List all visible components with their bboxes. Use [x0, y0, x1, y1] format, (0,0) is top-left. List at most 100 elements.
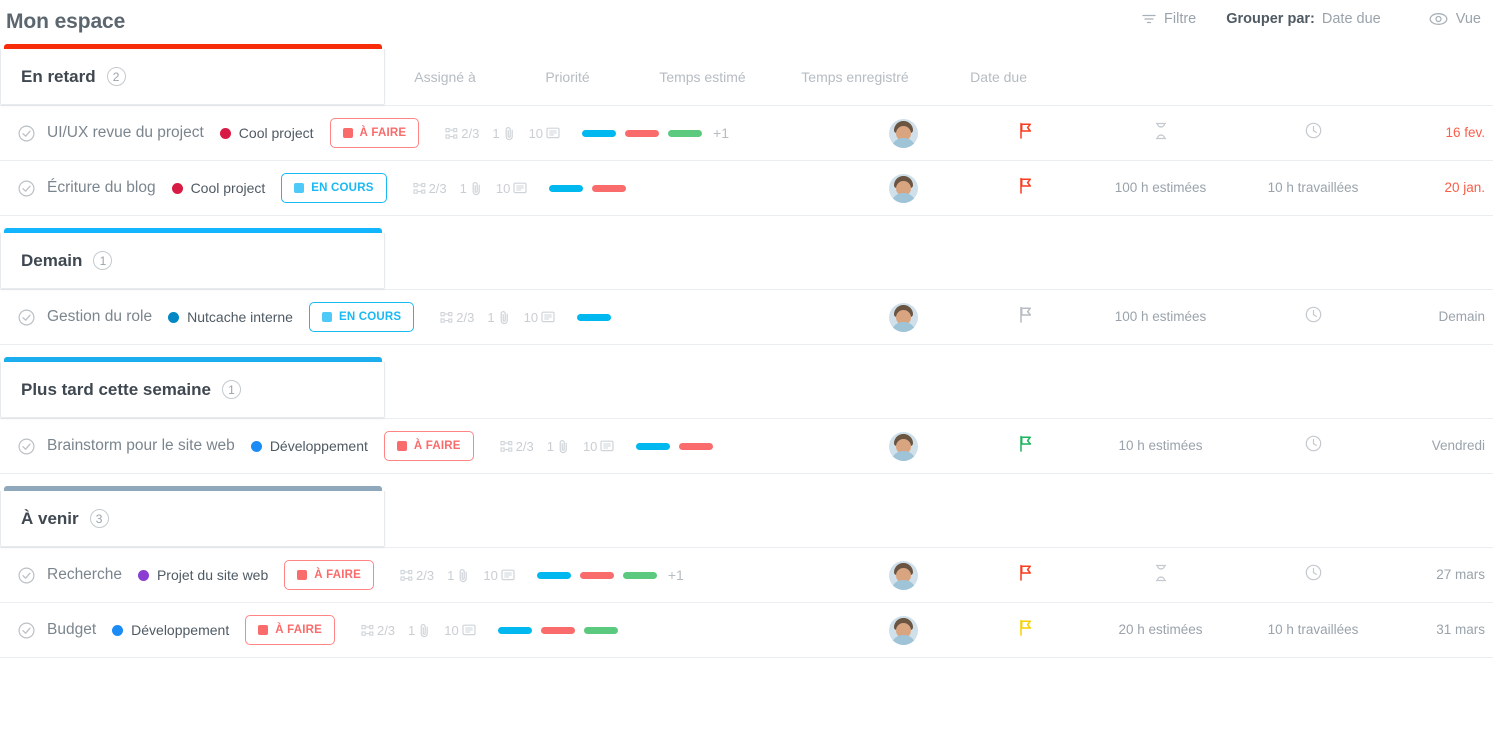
task-complete-icon[interactable] [18, 567, 35, 584]
task-status-badge[interactable]: EN COURS [309, 302, 414, 332]
task-estimated-cell[interactable]: 10 h estimées [1088, 437, 1233, 455]
task-due-cell[interactable]: 20 jan. [1393, 179, 1493, 197]
priority-flag-icon[interactable] [1018, 177, 1033, 194]
comment-count-label: 10 [583, 439, 597, 454]
task-row[interactable]: UI/UX revue du project Cool project À FAIR… [0, 106, 1493, 161]
avatar[interactable] [889, 561, 918, 590]
group-by-selector[interactable]: Grouper par: Date due [1226, 11, 1380, 27]
comment-icon [546, 127, 560, 140]
task-estimated-cell[interactable]: 100 h estimées [1088, 308, 1233, 326]
task-project[interactable]: Nutcache interne [168, 309, 293, 325]
task-row[interactable]: Recherche Projet du site web À FAIRE 2/3110… [0, 548, 1493, 603]
filter-button[interactable]: Filtre [1141, 11, 1196, 27]
task-row[interactable]: Gestion du roleNutcache interneEN COURS2… [0, 290, 1493, 345]
task-logged-cell[interactable] [1233, 435, 1393, 457]
task-estimated-cell[interactable] [1088, 564, 1233, 587]
task-priority-cell[interactable] [963, 177, 1088, 199]
task-due-cell[interactable]: Vendredi [1393, 437, 1493, 455]
task-estimated-cell[interactable] [1088, 122, 1233, 145]
view-button[interactable]: Vue [1429, 11, 1481, 27]
task-status-badge[interactable]: À FAIRE [384, 431, 474, 461]
group-header[interactable]: Demain1 [0, 228, 385, 289]
priority-flag-icon[interactable] [1018, 619, 1033, 636]
task-priority-cell[interactable] [963, 619, 1088, 641]
task-estimated-cell[interactable]: 100 h estimées [1088, 179, 1233, 197]
task-assignee-cell[interactable] [843, 561, 963, 590]
task-meta: 2/3110 [400, 568, 515, 583]
task-complete-icon[interactable] [18, 125, 35, 142]
task-row[interactable]: Écriture du blog Cool project EN COURS 2/31… [0, 161, 1493, 216]
status-label: EN COURS [311, 182, 373, 194]
logged-time-label: 10 h travaillées [1268, 622, 1359, 637]
task-name[interactable]: Gestion du role [47, 308, 152, 326]
task-tags[interactable] [577, 314, 611, 321]
task-tags[interactable] [549, 185, 626, 192]
task-complete-icon[interactable] [18, 622, 35, 639]
task-complete-icon[interactable] [18, 309, 35, 326]
task-assignee-cell[interactable] [843, 303, 963, 332]
priority-flag-icon[interactable] [1018, 435, 1033, 452]
task-priority-cell[interactable] [963, 122, 1088, 144]
task-priority-cell[interactable] [963, 564, 1088, 586]
task-name[interactable]: Budget [47, 621, 96, 639]
avatar[interactable] [889, 174, 918, 203]
task-meta: 2/3110 [413, 181, 528, 196]
task-status-badge[interactable]: À FAIRE [330, 118, 420, 148]
task-row[interactable]: BudgetDéveloppementÀ FAIRE2/311020 h est… [0, 603, 1493, 658]
priority-flag-icon[interactable] [1018, 306, 1033, 323]
task-name[interactable]: Écriture du blog [47, 179, 156, 197]
task-due-cell[interactable]: 16 fev. [1393, 124, 1493, 142]
task-status-badge[interactable]: À FAIRE [284, 560, 374, 590]
task-assignee-cell[interactable] [843, 119, 963, 148]
priority-flag-icon[interactable] [1018, 122, 1033, 139]
task-complete-icon[interactable] [18, 438, 35, 455]
attachment-icon [503, 126, 516, 141]
task-logged-cell[interactable] [1233, 122, 1393, 144]
task-project[interactable]: Développement [112, 622, 229, 638]
task-due-cell[interactable]: 27 mars [1393, 566, 1493, 584]
avatar[interactable] [889, 119, 918, 148]
group-header[interactable]: À venir3 [0, 486, 385, 547]
comment-count-label: 10 [496, 181, 510, 196]
avatar[interactable] [889, 303, 918, 332]
task-due-cell[interactable]: 31 mars [1393, 621, 1493, 639]
top-toolbar: Mon espace Filtre Grouper par: Date due … [0, 0, 1493, 44]
task-project[interactable]: Développement [251, 438, 368, 454]
group-header[interactable]: Plus tard cette semaine1 [0, 357, 385, 418]
priority-flag-icon[interactable] [1018, 564, 1033, 581]
task-name[interactable]: UI/UX revue du project [47, 124, 204, 142]
task-project[interactable]: Cool project [220, 125, 314, 141]
task-row[interactable]: Brainstorm pour le site web Développement… [0, 419, 1493, 474]
task-logged-cell[interactable]: 10 h travaillées [1233, 179, 1393, 197]
task-complete-icon[interactable] [18, 180, 35, 197]
task-status-badge[interactable]: À FAIRE [245, 615, 335, 645]
task-status-badge[interactable]: EN COURS [281, 173, 386, 203]
task-tags[interactable]: +1 [582, 125, 729, 141]
task-estimated-cell[interactable]: 20 h estimées [1088, 621, 1233, 639]
task-name[interactable]: Recherche [47, 566, 122, 584]
subtask-count: 2/3 [500, 439, 534, 454]
task-assignee-cell[interactable] [843, 432, 963, 461]
tag-chip [625, 130, 659, 137]
group-header[interactable]: En retard2 [0, 44, 385, 105]
task-project[interactable]: Projet du site web [138, 567, 268, 583]
task-tags[interactable]: +1 [537, 567, 684, 583]
task-tags[interactable] [636, 443, 713, 450]
avatar[interactable] [889, 616, 918, 645]
project-color-dot [138, 570, 149, 581]
task-tags[interactable] [498, 627, 618, 634]
group-count-badge: 1 [93, 251, 112, 270]
task-assignee-cell[interactable] [843, 174, 963, 203]
column-header-logged: Temps enregistré [775, 69, 935, 85]
task-priority-cell[interactable] [963, 306, 1088, 328]
task-priority-cell[interactable] [963, 435, 1088, 457]
task-name[interactable]: Brainstorm pour le site web [47, 437, 235, 455]
task-logged-cell[interactable]: 10 h travaillées [1233, 621, 1393, 639]
task-assignee-cell[interactable] [843, 616, 963, 645]
task-logged-cell[interactable] [1233, 564, 1393, 586]
task-board: En retard2Assigné àPrioritéTemps estiméT… [0, 44, 1493, 658]
task-project[interactable]: Cool project [172, 180, 266, 196]
task-logged-cell[interactable] [1233, 306, 1393, 328]
avatar[interactable] [889, 432, 918, 461]
task-due-cell[interactable]: Demain [1393, 308, 1493, 326]
